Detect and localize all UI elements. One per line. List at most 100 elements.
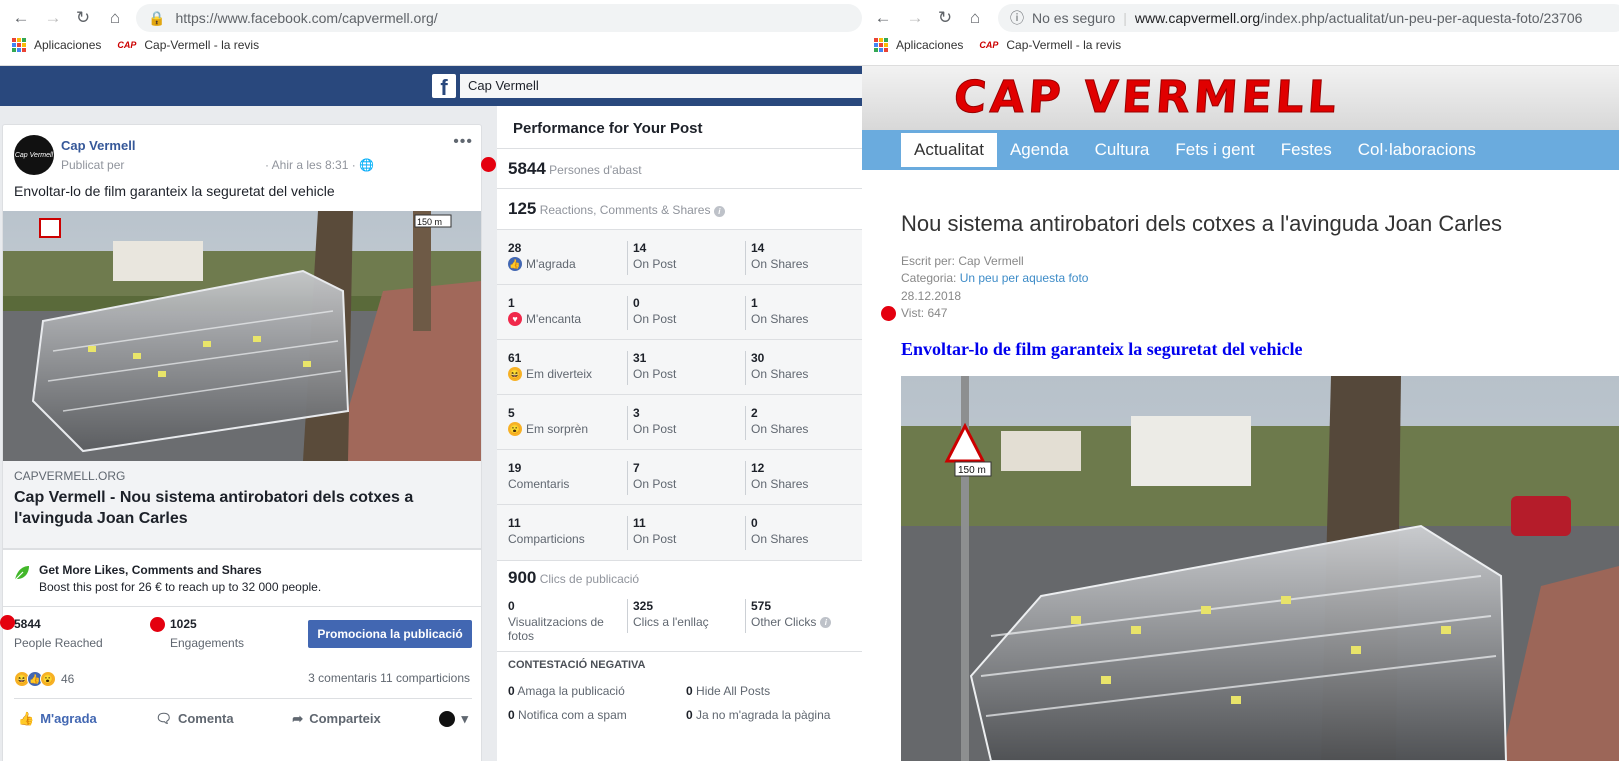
comment-label: Comenta: [177, 711, 234, 726]
reload-icon[interactable]: ↻: [72, 7, 94, 29]
link-domain: CAPVERMELL.ORG: [14, 469, 126, 483]
bookmark-apps[interactable]: Aplicaciones: [896, 38, 963, 52]
apps-grid-icon[interactable]: [874, 38, 888, 52]
address-bar[interactable]: ⓘ No es seguro | www.capvermell.org/inde…: [998, 4, 1619, 32]
like-button[interactable]: 👍 M'agrada: [18, 711, 97, 727]
nav-collaboracions[interactable]: Col·laboracions: [1345, 133, 1489, 167]
post-performance-panel: Performance for Your Post 5844 Persones …: [497, 106, 862, 761]
url-host: https://www.facebook.com: [175, 10, 339, 26]
promote-post-button[interactable]: Promociona la publicació: [308, 620, 472, 648]
info-icon[interactable]: i: [820, 616, 832, 628]
on-post-label: On Post: [633, 532, 677, 546]
forward-arrow-icon[interactable]: →: [42, 7, 64, 29]
share-arrow-icon: ➦: [292, 710, 304, 726]
people-reached-value: 5844: [14, 617, 41, 631]
not-secure-label: No es seguro: [1032, 10, 1116, 26]
forward-arrow-icon[interactable]: →: [904, 7, 926, 29]
like-row-label: M'agrada: [526, 257, 576, 271]
category-link[interactable]: Un peu per aquesta foto: [960, 271, 1089, 285]
capvermell-browser-window: ← → ↻ ⌂ ⓘ No es seguro | www.capvermell.…: [862, 0, 1619, 761]
photo-views-value: 0: [508, 599, 515, 613]
on-post-label: On Post: [633, 477, 677, 491]
boost-description: Boost this post for 26 € to reach up to …: [39, 580, 322, 594]
lock-icon: 🔒: [148, 9, 166, 26]
people-reached-metric[interactable]: 5844 People Reached: [14, 617, 103, 650]
facebook-top-bar: f Cap Vermell: [0, 66, 862, 106]
annotation-dot: [150, 617, 165, 632]
reload-icon[interactable]: ↻: [934, 7, 956, 29]
address-bar[interactable]: 🔒 https://www.facebook.com/capvermell.or…: [136, 4, 862, 32]
comment-button[interactable]: 🗨 Comenta: [155, 711, 233, 727]
laughing-face-icon: 😆: [508, 367, 522, 381]
facebook-logo-icon[interactable]: f: [432, 74, 456, 100]
boost-suggestion[interactable]: Get More Likes, Comments and Shares Boos…: [3, 549, 481, 607]
on-post-label: On Post: [633, 367, 677, 381]
page-name-link[interactable]: Cap Vermell: [61, 138, 135, 153]
facebook-search-input[interactable]: Cap Vermell: [460, 74, 862, 98]
unlike-label: Ja no m'agrada la pàgina: [696, 708, 831, 722]
page-avatar[interactable]: Cap Vermell: [14, 135, 54, 175]
like-label: M'agrada: [40, 711, 97, 726]
photo-sign-text: 150 m: [417, 217, 442, 227]
site-navigation: Actualitat Agenda Cultura Fets i gent Fe…: [862, 130, 1619, 170]
globe-icon: 🌐: [359, 158, 375, 172]
post-photo[interactable]: 150 m: [3, 211, 481, 461]
hide-post-stat: 0 Amaga la publicació: [508, 684, 625, 698]
hide-all-label: Hide All Posts: [696, 684, 771, 698]
nav-fets-i-gent[interactable]: Fets i gent: [1162, 133, 1267, 167]
spam-stat: 0 Notifica com a spam: [508, 708, 627, 722]
bookmark-cap-vermell[interactable]: Cap-Vermell - la revis: [1006, 38, 1121, 52]
leaf-icon: [14, 566, 29, 581]
page-mini-avatar: [439, 710, 456, 727]
link-title[interactable]: Cap Vermell - Nou sistema antirobatori d…: [14, 487, 470, 529]
nav-agenda[interactable]: Agenda: [997, 133, 1082, 167]
apps-grid-icon[interactable]: [12, 38, 26, 52]
hide-post-label: Amaga la publicació: [517, 684, 625, 698]
like-on-post: 14: [633, 241, 647, 255]
info-icon[interactable]: i: [713, 206, 725, 217]
reach-label: Persones d'abast: [549, 163, 642, 177]
comments-shares-count[interactable]: 3 comentaris 11 comparticions: [308, 671, 470, 685]
breakdown-row-haha: 61 😆 Em diverteix 31 On Post 30 On Shares: [497, 340, 862, 395]
home-icon[interactable]: ⌂: [104, 7, 126, 29]
nav-cultura[interactable]: Cultura: [1082, 133, 1163, 167]
reach-row: 5844 Persones d'abast: [497, 148, 862, 188]
category-label: Categoria:: [901, 271, 960, 285]
info-circle-icon: ⓘ: [1010, 10, 1024, 26]
nav-actualitat[interactable]: Actualitat: [901, 133, 997, 167]
article-author: Escrit per: Cap Vermell: [901, 254, 1024, 268]
bookmark-cap-vermell[interactable]: Cap-Vermell - la revis: [144, 38, 259, 52]
back-arrow-icon[interactable]: ←: [10, 7, 32, 29]
cap-vermell-favicon: CAP: [117, 40, 137, 50]
back-arrow-icon[interactable]: ←: [872, 7, 894, 29]
reactions-breakdown: 28 👍 M'agrada 14 On Post 14 On Shares 1 ♥ M'en…: [497, 229, 862, 561]
like-on-shares: 14: [751, 241, 765, 255]
comment-bubble-icon: 🗨: [155, 710, 172, 726]
article-subtitle: Envoltar-lo de film garanteix la seguret…: [901, 339, 1303, 359]
post-timestamp[interactable]: · Ahir a les 8:31 · 🌐: [265, 158, 374, 172]
shares-on-shares: 0: [751, 516, 758, 530]
engagements-metric[interactable]: 1025 Engagements: [170, 617, 244, 650]
share-button[interactable]: ➦ Comparteix: [292, 711, 380, 727]
post-as-selector[interactable]: ▾: [439, 710, 468, 727]
clicks-number: 900: [508, 568, 537, 587]
thumbs-up-icon: 👍: [18, 710, 35, 726]
bookmark-apps[interactable]: Aplicaciones: [34, 38, 101, 52]
reaction-summary[interactable]: 😆 👍 😮 46: [14, 671, 74, 687]
on-shares-label: On Shares: [751, 257, 809, 271]
nav-festes[interactable]: Festes: [1268, 133, 1345, 167]
post-options-icon[interactable]: •••: [453, 133, 473, 151]
on-shares-label: On Shares: [751, 532, 809, 546]
wrapped-car-photo: 150 m: [901, 376, 1619, 761]
comments-on-shares: 12: [751, 461, 765, 475]
shares-total: 11: [508, 516, 521, 530]
bookmarks-bar: Aplicaciones CAP Cap-Vermell - la revis: [874, 38, 1121, 52]
spam-label: Notifica com a spam: [518, 708, 627, 722]
spam-value: 0: [508, 708, 515, 722]
link-preview[interactable]: CAPVERMELL.ORG Cap Vermell - Nou sistema…: [3, 461, 481, 549]
engagement-row: 125 Reactions, Comments & Shares i: [497, 188, 862, 229]
article-photo[interactable]: 150 m: [901, 376, 1619, 761]
cap-vermell-logo[interactable]: CAP VERMELL: [952, 72, 1342, 124]
home-icon[interactable]: ⌂: [964, 7, 986, 29]
surprised-face-icon: 😮: [508, 422, 522, 436]
